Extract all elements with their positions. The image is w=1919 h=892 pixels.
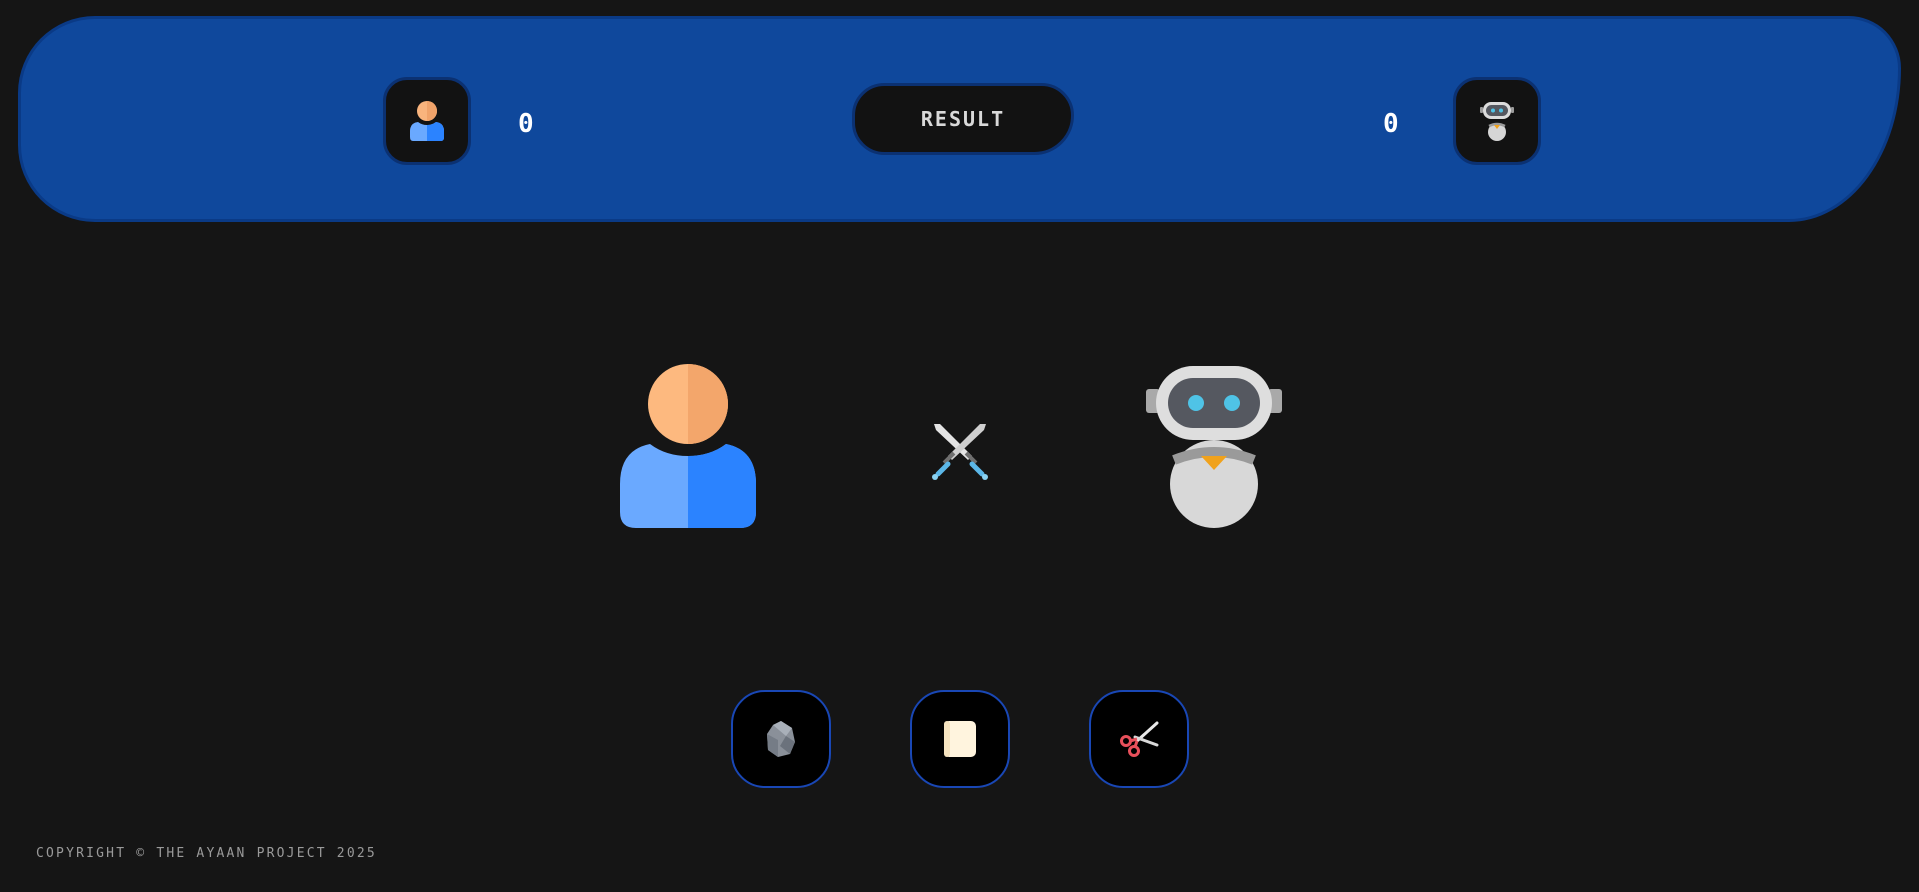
robot-icon [1146, 366, 1282, 528]
paper-icon [944, 721, 976, 757]
bot-avatar [1453, 77, 1541, 165]
crossed-swords-icon [932, 424, 988, 480]
bot-choice-display [1144, 364, 1284, 532]
paper-button[interactable] [910, 690, 1010, 788]
bot-score: 0 [1383, 109, 1399, 139]
scissors-button[interactable] [1089, 690, 1189, 788]
robot-icon [1480, 102, 1514, 141]
person-icon [620, 364, 756, 528]
result-label: RESULT [852, 83, 1074, 155]
rock-button[interactable] [731, 690, 831, 788]
person-icon [410, 101, 444, 141]
copyright-text: COPYRIGHT © THE AYAAN PROJECT 2025 [36, 846, 377, 861]
score-bar: 0 RESULT 0 [18, 16, 1901, 222]
scissors-icon [1120, 721, 1159, 757]
rock-icon [767, 721, 795, 757]
player-avatar [383, 77, 471, 165]
player-score: 0 [518, 109, 534, 139]
versus-display [928, 420, 992, 486]
player-choice-display [620, 364, 756, 532]
game-page: 0 RESULT 0 COPYRIGHT © THE AYAAN PROJECT… [0, 0, 1919, 892]
